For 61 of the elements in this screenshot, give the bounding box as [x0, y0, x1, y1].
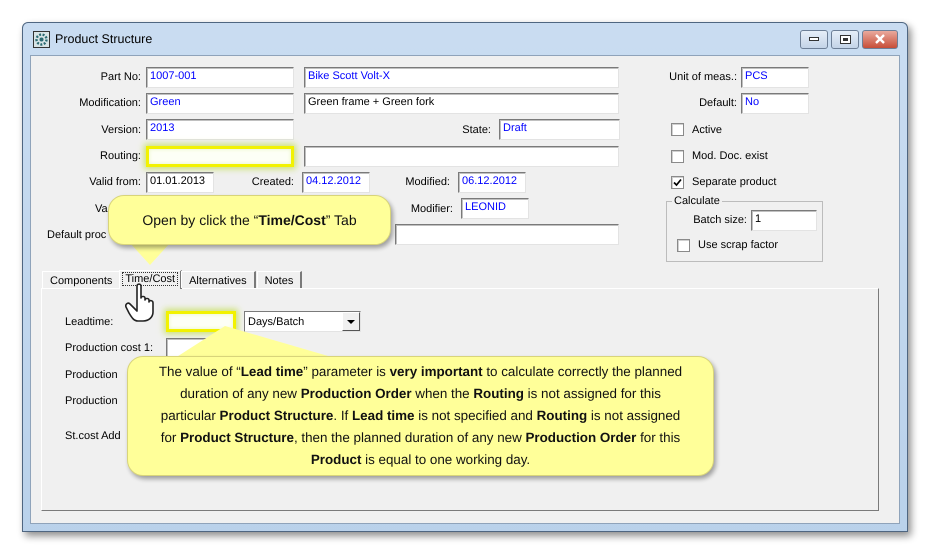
field-label: Default proc — [47, 228, 106, 241]
field-label: Routing: — [99, 150, 141, 162]
field-label: Part No: — [100, 71, 141, 84]
text-field[interactable]: LEONID — [461, 198, 529, 220]
text-field[interactable] — [395, 224, 619, 246]
callout-text: The value of “Lead time” parameter is very important to calculate correctly the planned duration of any new Production Order when the Routing is not assigned for this particular Product Structure. If Lead time is not specified and Routing is not assigned for Product Structure, then the planned duration of any new Production Order for this Product is equal to one working day. — [158, 363, 684, 469]
field-label: Leadtime: — [65, 316, 114, 328]
field-label: St.cost Add — [65, 430, 121, 442]
field-label: Modified: — [404, 176, 450, 188]
checkbox[interactable] — [677, 238, 690, 252]
field-label: Version: — [100, 124, 141, 136]
field-label: Unit of meas.: — [668, 71, 737, 84]
text-field[interactable]: Draft — [499, 119, 620, 140]
callout-text: Open by click the “Time/Cost” Tab — [142, 211, 357, 230]
minimize-icon — [809, 37, 819, 41]
field-label: Production — [65, 368, 118, 381]
tab[interactable]: Components — [42, 271, 122, 288]
close-icon — [874, 34, 886, 44]
text-field[interactable]: 1 — [751, 210, 817, 231]
highlighted-text-field[interactable] — [166, 311, 236, 332]
tab[interactable]: Notes — [256, 271, 302, 288]
maximize-icon — [840, 34, 850, 44]
checkbox-label: Use scrap factor — [698, 239, 778, 252]
field-label: Valid from: — [88, 176, 141, 188]
field-label: Production — [65, 395, 118, 408]
field-label: Modifier: — [410, 202, 453, 215]
text-field[interactable]: Bike Scott Volt-X — [304, 66, 619, 88]
text-field[interactable]: Green — [146, 92, 294, 114]
highlighted-text-field[interactable] — [146, 146, 294, 167]
checkbox-label: Active — [692, 124, 722, 136]
checkbox[interactable] — [671, 123, 684, 136]
checkbox[interactable] — [671, 150, 684, 163]
text-field[interactable]: Green frame + Green fork — [304, 92, 619, 114]
text-field[interactable]: 06.12.2012 — [458, 172, 526, 193]
maximize-button[interactable] — [831, 30, 859, 48]
text-field[interactable]: 1007-001 — [146, 66, 294, 88]
field-label: Batch size: — [692, 214, 747, 226]
close-button[interactable] — [862, 30, 898, 48]
group-title: Calculate — [673, 195, 721, 208]
text-field[interactable]: 2013 — [146, 119, 294, 140]
field-label: Production cost 1: — [65, 342, 154, 354]
gear-icon — [33, 30, 50, 48]
checkbox-label: Separate product — [692, 176, 776, 188]
field-label: State: — [461, 124, 491, 136]
field-label: Created: — [250, 176, 294, 188]
checkbox-label: Mod. Doc. exist — [692, 150, 768, 162]
text-field[interactable]: No — [741, 92, 809, 114]
dropdown-arrow-icon — [347, 320, 355, 324]
field-label: Va — [95, 202, 108, 215]
window-title: Product Structure — [55, 32, 152, 46]
text-field[interactable]: 01.01.2013 — [146, 172, 214, 193]
text-field[interactable] — [304, 146, 619, 167]
minimize-button[interactable] — [800, 30, 828, 48]
text-field[interactable]: 04.12.2012 — [302, 172, 370, 193]
field-label: Default: — [698, 97, 737, 110]
text-field[interactable]: PCS — [741, 66, 809, 88]
unit-dropdown[interactable]: Days/Batch — [244, 311, 361, 332]
field-label: Modification: — [78, 97, 141, 110]
checkbox[interactable] — [671, 176, 684, 189]
tab[interactable]: Time/Cost — [119, 270, 182, 290]
tab[interactable]: Alternatives — [181, 271, 256, 288]
